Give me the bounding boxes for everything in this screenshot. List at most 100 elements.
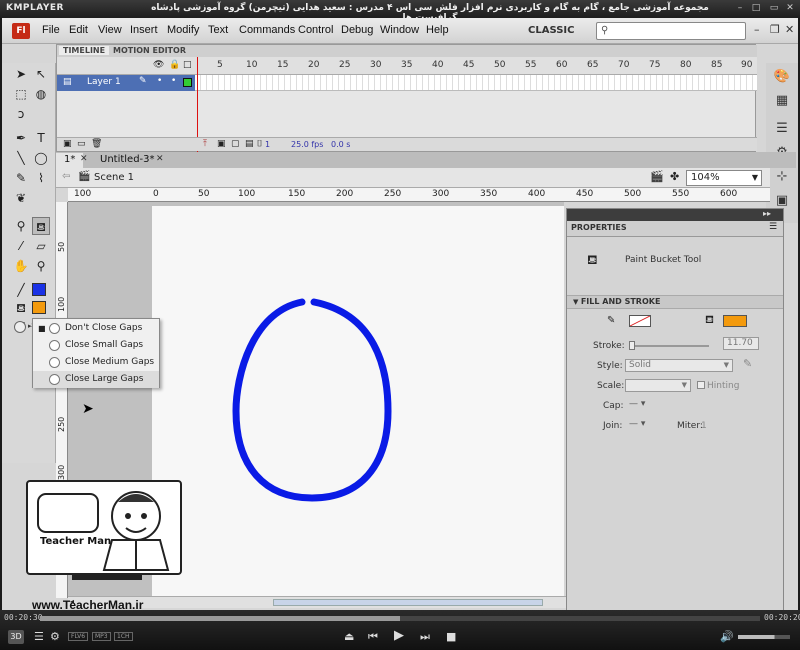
menu-edit[interactable]: Edit bbox=[69, 24, 88, 36]
settings-icon[interactable]: ⚙ bbox=[50, 630, 60, 643]
eraser-tool-icon[interactable]: ▱ bbox=[32, 237, 50, 255]
delete-layer-icon[interactable]: 🗑 bbox=[91, 139, 102, 149]
bone-tool-icon[interactable]: ⚲ bbox=[12, 217, 30, 235]
stop-icon[interactable]: ■ bbox=[446, 630, 456, 643]
gap-option-dont-close[interactable]: ■ Don't Close Gaps bbox=[33, 320, 159, 337]
paint-bucket-tool-icon[interactable]: ⛾ bbox=[32, 217, 50, 235]
miter-value[interactable]: 1 bbox=[701, 421, 707, 431]
eyedropper-tool-icon[interactable]: ⁄ bbox=[12, 237, 30, 255]
gap-option-small[interactable]: Close Small Gaps bbox=[33, 337, 159, 354]
menu-commands[interactable]: Commands bbox=[239, 24, 295, 36]
oval-tool-icon[interactable]: ◯ bbox=[32, 149, 50, 167]
slider-thumb[interactable] bbox=[629, 341, 635, 350]
close-tab-icon[interactable]: ✕ bbox=[156, 154, 164, 164]
stroke-color-swatch[interactable] bbox=[32, 283, 46, 296]
join-select[interactable]: — ▾ bbox=[629, 419, 645, 429]
fill-stroke-section[interactable]: ▼ FILL AND STROKE bbox=[567, 295, 783, 309]
outline-color-icon[interactable] bbox=[183, 78, 192, 87]
lock-icon[interactable]: 🔒 bbox=[169, 60, 180, 70]
properties-tab[interactable]: PROPERTIES ☰ bbox=[567, 221, 783, 237]
close-icon[interactable]: ✕ bbox=[784, 3, 796, 14]
eye-icon[interactable]: 👁 bbox=[153, 60, 164, 70]
menu-insert[interactable]: Insert bbox=[130, 24, 158, 36]
open-oval-shape[interactable] bbox=[232, 298, 392, 502]
fill-color-swatch[interactable] bbox=[723, 315, 747, 327]
back-arrow-icon[interactable]: ⇦ bbox=[62, 171, 70, 182]
menu-text[interactable]: Text bbox=[208, 24, 228, 36]
align-panel-icon[interactable]: ☰ bbox=[772, 119, 792, 139]
lasso-tool-icon[interactable]: ↄ bbox=[12, 105, 30, 123]
menu-file[interactable]: File bbox=[42, 24, 60, 36]
play-icon[interactable]: ▶ bbox=[394, 628, 404, 643]
stage-canvas[interactable] bbox=[152, 206, 564, 598]
volume-icon[interactable]: 🔊 bbox=[720, 630, 734, 643]
seek-bar[interactable] bbox=[40, 616, 760, 621]
onion-markers-icon[interactable]: ⌷ bbox=[257, 139, 262, 149]
stroke-width-input[interactable]: 11.70 bbox=[723, 337, 759, 350]
fill-color-swatch[interactable] bbox=[32, 301, 46, 314]
help-search-input[interactable]: ⚲ bbox=[596, 22, 746, 40]
onion-skin-icon[interactable]: ▣ bbox=[217, 139, 226, 149]
close-tab-icon[interactable]: ✕ bbox=[80, 154, 88, 164]
collapse-icon[interactable]: ▸▸ bbox=[763, 209, 771, 218]
previous-icon[interactable]: ⏮ bbox=[368, 630, 378, 644]
onion-outline-icon[interactable]: ▢ bbox=[231, 139, 240, 149]
transform-panel-icon[interactable]: ⊹ bbox=[772, 167, 792, 187]
swatches-panel-icon[interactable]: ▦ bbox=[772, 91, 792, 111]
edit-symbol-icon[interactable]: ✤ bbox=[670, 170, 679, 183]
layer-frames[interactable] bbox=[195, 75, 757, 91]
gap-option-large[interactable]: Close Large Gaps bbox=[33, 371, 159, 388]
scale-select[interactable]: ▼ bbox=[625, 379, 691, 392]
3d-button[interactable]: 3D bbox=[8, 630, 24, 644]
stroke-slider[interactable] bbox=[629, 341, 709, 350]
app-minimize-icon[interactable]: – bbox=[754, 23, 760, 36]
new-layer-icon[interactable]: ▣ bbox=[63, 139, 72, 149]
zoom-select[interactable]: 104% ▼ bbox=[686, 170, 762, 186]
playlist-icon[interactable]: ☰ bbox=[34, 630, 44, 643]
text-tool-icon[interactable]: T bbox=[32, 129, 50, 147]
menu-view[interactable]: View bbox=[98, 24, 122, 36]
line-tool-icon[interactable]: ╲ bbox=[12, 149, 30, 167]
brush-tool-icon[interactable]: ⌇ bbox=[32, 169, 50, 187]
eject-icon[interactable]: ⏏ bbox=[344, 630, 354, 643]
scene-name[interactable]: Scene 1 bbox=[94, 172, 134, 183]
panel-menu-icon[interactable]: ☰ bbox=[769, 222, 777, 232]
lock-dot-icon[interactable]: • bbox=[171, 76, 176, 86]
menu-help[interactable]: Help bbox=[426, 24, 449, 36]
style-select[interactable]: Solid ▼ bbox=[625, 359, 733, 372]
menu-debug[interactable]: Debug bbox=[341, 24, 373, 36]
layer-row[interactable]: ▤ Layer 1 ✎ • • bbox=[57, 75, 195, 91]
gap-option-medium[interactable]: Close Medium Gaps bbox=[33, 354, 159, 371]
minimize-icon[interactable]: – bbox=[734, 3, 746, 14]
app-restore-icon[interactable]: ❐ bbox=[770, 23, 780, 36]
menu-control[interactable]: Control bbox=[298, 24, 333, 36]
tab-motion-editor[interactable]: MOTION EDITOR bbox=[109, 46, 190, 55]
workspace-select[interactable]: CLASSIC ▼ bbox=[522, 22, 586, 53]
hinting-checkbox[interactable] bbox=[697, 381, 705, 389]
subselection-tool-icon[interactable]: ↖ bbox=[32, 65, 50, 83]
menu-modify[interactable]: Modify bbox=[167, 24, 199, 36]
free-transform-tool-icon[interactable]: ⬚ bbox=[12, 85, 30, 103]
menu-window[interactable]: Window bbox=[380, 24, 419, 36]
new-folder-icon[interactable]: ▭ bbox=[77, 139, 86, 149]
edit-stroke-style-icon[interactable]: ✎ bbox=[743, 357, 752, 370]
hand-tool-icon[interactable]: ✋ bbox=[12, 257, 30, 275]
gap-size-button[interactable] bbox=[14, 321, 26, 333]
pencil-tool-icon[interactable]: ✎ bbox=[12, 169, 30, 187]
selection-tool-icon[interactable]: ➤ bbox=[12, 65, 30, 83]
color-panel-icon[interactable]: 🎨 bbox=[772, 67, 792, 87]
deco-tool-icon[interactable]: ❦ bbox=[12, 189, 30, 207]
stroke-color-swatch[interactable] bbox=[629, 315, 651, 327]
volume-slider[interactable] bbox=[738, 635, 790, 639]
edit-scene-icon[interactable]: 🎬 bbox=[650, 170, 664, 183]
3d-rotation-tool-icon[interactable]: ◍ bbox=[32, 85, 50, 103]
edit-multiple-icon[interactable]: ▤ bbox=[245, 139, 254, 149]
scrollbar-thumb[interactable] bbox=[273, 599, 543, 606]
center-frame-icon[interactable]: ⤒ bbox=[203, 139, 207, 149]
next-icon[interactable]: ⏭ bbox=[420, 630, 430, 644]
visibility-dot-icon[interactable]: • bbox=[157, 76, 162, 86]
doc-tab-untitled[interactable]: Untitled-3* bbox=[92, 153, 163, 168]
cap-select[interactable]: — ▾ bbox=[629, 399, 645, 409]
tab-timeline[interactable]: TIMELINE bbox=[59, 46, 110, 55]
stage[interactable] bbox=[152, 206, 564, 598]
